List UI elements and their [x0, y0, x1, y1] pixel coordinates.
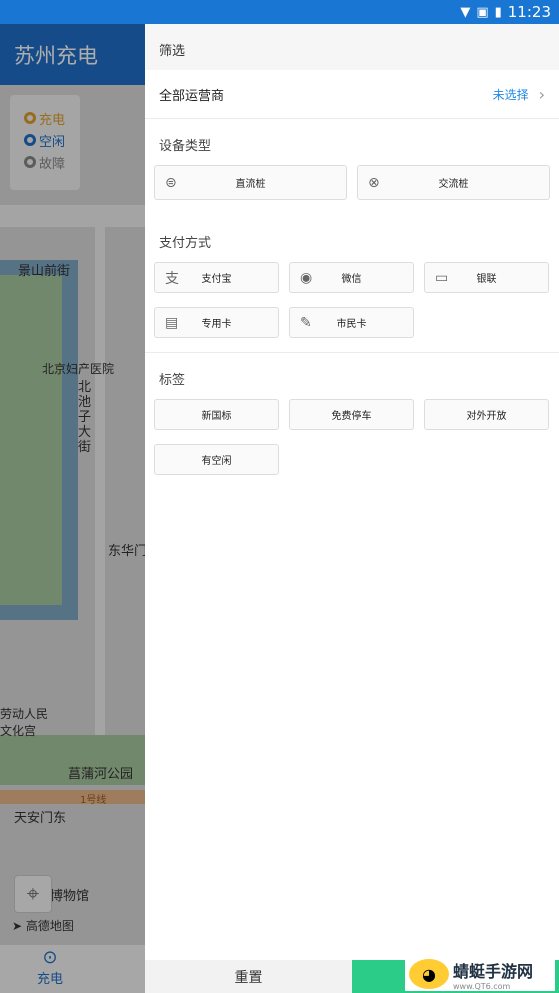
no-sim-icon: ▣	[476, 4, 489, 20]
tag-available-button[interactable]: 有空闲	[154, 444, 279, 475]
payment-title: 支付方式	[159, 236, 212, 251]
citizen-card-icon: ✎	[300, 314, 312, 331]
drawer-header: 筛选	[145, 24, 559, 70]
watermark: ◕ 蜻蜓手游网 www.QT6.com	[405, 957, 555, 991]
tag-public-button[interactable]: 对外开放	[424, 399, 549, 430]
drawer-scrim[interactable]	[0, 24, 145, 993]
ac-icon: ⊗	[368, 174, 380, 191]
tag-free-parking-button[interactable]: 免费停车	[289, 399, 414, 430]
device-type-title: 设备类型	[159, 139, 212, 154]
dc-icon: ⊜	[165, 174, 177, 191]
unionpay-icon: ▭	[435, 269, 449, 286]
watermark-url: www.QT6.com	[453, 981, 511, 991]
button-label: 新国标	[201, 411, 232, 422]
tags-title: 标签	[159, 373, 186, 388]
status-bar: ▼ ▣ ▮ 11:23	[0, 0, 559, 24]
button-label: 微信	[341, 274, 362, 285]
wechat-icon: ◉	[300, 269, 313, 286]
button-label: 市民卡	[336, 319, 367, 330]
payment-card-button[interactable]: ▤ 专用卡	[154, 307, 279, 338]
button-label: 直流桩	[235, 179, 266, 190]
button-label: 专用卡	[201, 319, 232, 330]
payment-alipay-button[interactable]: 支 支付宝	[154, 262, 279, 293]
button-label: 支付宝	[201, 274, 232, 285]
dragonfly-logo-icon: ◕	[409, 959, 449, 989]
payment-unionpay-button[interactable]: ▭ 银联	[424, 262, 549, 293]
operator-value: 未选择	[492, 87, 529, 102]
operator-label: 全部运营商	[159, 88, 225, 104]
card-icon: ▤	[165, 314, 179, 331]
alipay-icon: 支	[165, 270, 179, 287]
button-label: 交流桩	[438, 179, 469, 190]
device-type-dc-button[interactable]: ⊜ 直流桩	[154, 165, 347, 200]
wifi-icon: ▼	[460, 4, 471, 20]
reset-button[interactable]: 重置	[145, 960, 352, 993]
filter-drawer: 筛选 全部运营商 未选择 › 设备类型 ⊜ 直流桩 ⊗ 交流桩 支付方式 支支付宝 …	[145, 24, 559, 993]
button-label: 免费停车	[331, 411, 372, 422]
payment-citizen-card-button[interactable]: ✎ 市民卡	[289, 307, 414, 338]
button-label: 对外开放	[466, 411, 507, 422]
tag-new-standard-button[interactable]: 新国标	[154, 399, 279, 430]
device-type-ac-button[interactable]: ⊗ 交流桩	[357, 165, 550, 200]
watermark-name: 蜻蜓手游网	[453, 961, 534, 981]
operator-selector[interactable]: 全部运营商 未选择 ›	[145, 70, 559, 119]
button-label: 银联	[476, 274, 497, 285]
battery-icon: ▮	[494, 4, 502, 20]
payment-wechat-button[interactable]: ◉ 微信	[289, 262, 414, 293]
chevron-right-icon: ›	[538, 84, 545, 104]
button-label: 有空闲	[201, 456, 232, 467]
status-time: 11:23	[507, 3, 551, 21]
